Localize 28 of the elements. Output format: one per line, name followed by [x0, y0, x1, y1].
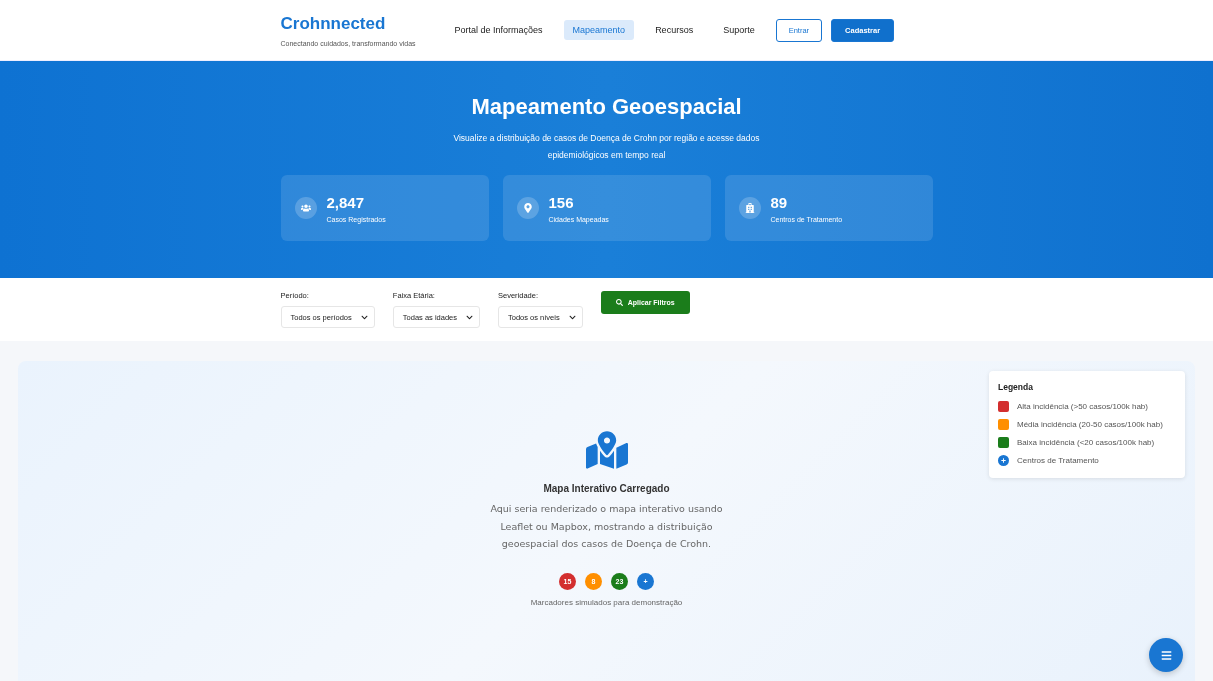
- stat-value: 2,847: [326, 193, 366, 211]
- nav-link[interactable]: Mapeamento: [563, 20, 635, 40]
- menu-icon: [1160, 649, 1172, 661]
- legend-label: Alta incidência (>50 casos/100k hab): [1017, 402, 1148, 411]
- menu-button[interactable]: [1149, 638, 1183, 672]
- nav-link[interactable]: Portal de Informações: [445, 20, 552, 40]
- markers-caption: Marcadores simulados para demonstração: [530, 597, 683, 607]
- nav-link[interactable]: Recursos: [646, 20, 703, 40]
- map-title: Mapa Interativo Carregado: [543, 483, 670, 494]
- brand-logo[interactable]: Crohnnected: [280, 13, 416, 34]
- building-icon: [744, 203, 755, 213]
- map-icon: [585, 429, 628, 471]
- stat-value: 89: [770, 193, 789, 211]
- search-icon: [615, 299, 623, 306]
- chevron-down-icon: [360, 313, 368, 321]
- legend-label: Centros de Tratamento: [1017, 456, 1099, 465]
- location-pin-icon: [522, 203, 533, 213]
- chevron-down-icon: [568, 313, 576, 321]
- hero-title: Mapeamento Geoespacial: [471, 94, 742, 120]
- chevron-down-icon: [466, 313, 473, 321]
- map-description: Aqui seria renderizado o mapa interativo usando Leaflet ou Mapbox, mostrando a distribuição geoespacial dos casos de Doença de Crohn.: [489, 502, 724, 551]
- hero-subtitle: Visualize a distribuição de casos de Doença de Crohn por região e acesse dados epidemiológicos em tempo real: [452, 132, 761, 162]
- stat-value: 156: [548, 193, 575, 211]
- legend-label: Média incidência (20-50 casos/100k hab): [1017, 420, 1163, 429]
- legend-label: Baixa incidência (<20 casos/100k hab): [1017, 438, 1155, 447]
- nav-link[interactable]: Suporte: [714, 20, 764, 40]
- legend-title: Legenda: [998, 382, 1034, 392]
- people-icon: [300, 203, 311, 213]
